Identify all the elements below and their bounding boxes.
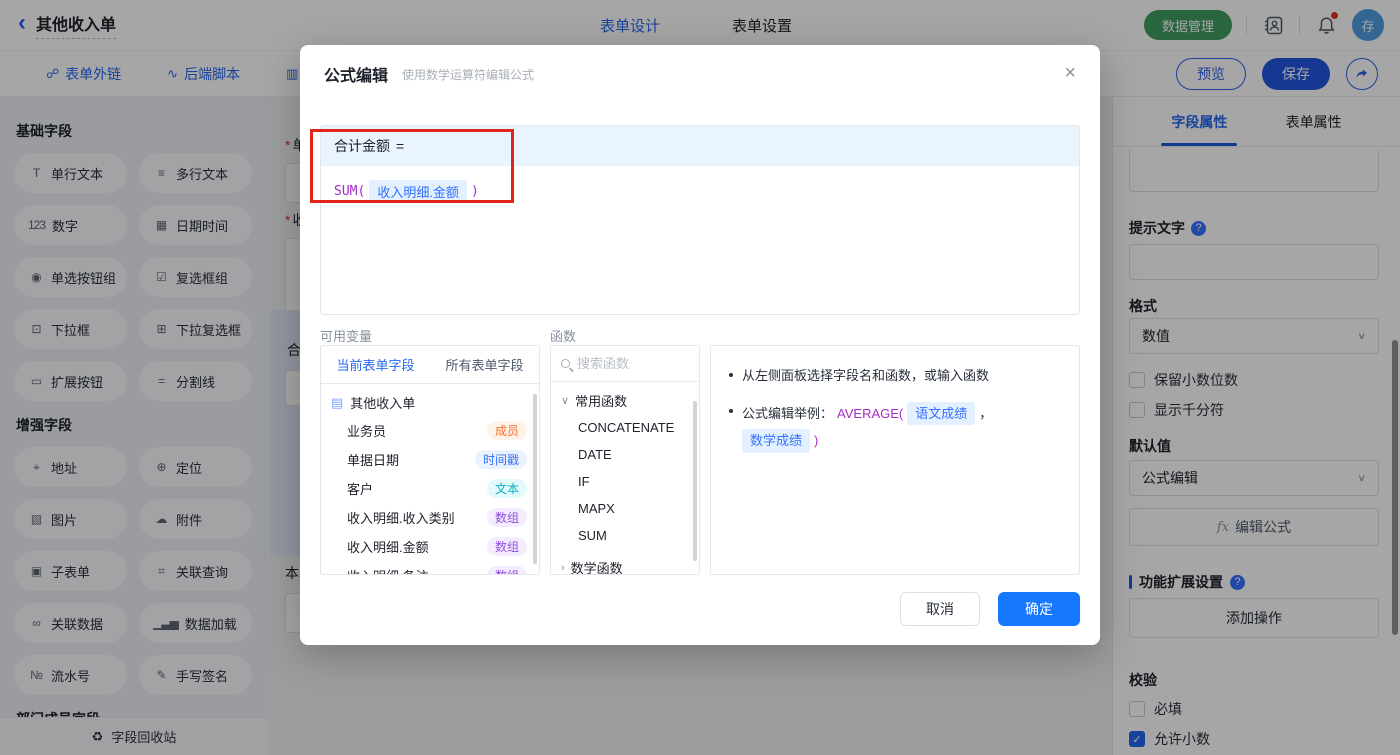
function-item-mapx[interactable]: MAPX <box>551 495 699 522</box>
tab-all-form-fields[interactable]: 所有表单字段 <box>445 355 523 374</box>
close-icon[interactable]: × <box>1064 63 1076 83</box>
type-badge: 文本 <box>486 479 527 498</box>
bullet-dot <box>729 373 733 377</box>
example-function-keyword: AVERAGE( <box>837 405 904 421</box>
group-name: 常用函数 <box>575 394 628 409</box>
formula-function-keyword: SUM( <box>334 184 366 199</box>
modal-footer: 取消 确定 <box>900 592 1080 626</box>
function-item-sum[interactable]: SUM <box>551 522 699 549</box>
tip-text: 从左侧面板选择字段名和函数，或输入函数 <box>742 368 990 383</box>
panel-scrollbar[interactable] <box>533 394 537 564</box>
example-field-chip: 数学成绩 <box>742 429 811 453</box>
function-search-input[interactable] <box>577 356 677 371</box>
variable-name: 单据日期 <box>347 453 400 468</box>
variable-row[interactable]: 客户 文本 <box>321 474 539 503</box>
chevron-down-icon: ∨ <box>561 395 570 407</box>
variable-name: 收入明细.金额 <box>347 540 429 555</box>
formula-expression[interactable]: SUM( 收入明细.金额 ) <box>321 166 1079 217</box>
function-group-common[interactable]: ∨ 常用函数 <box>551 382 699 414</box>
variable-row[interactable]: 收入明细.收入类别 数组 <box>321 503 539 532</box>
formula-editor-area[interactable]: 合计金额 = SUM( 收入明细.金额 ) <box>320 125 1080 315</box>
chevron-right-icon: › <box>561 561 565 574</box>
functions-panel: ∨ 常用函数 CONCATENATE DATE IF MAPX SUM › 数学函数… <box>550 345 700 575</box>
tip-example-prefix: 公式编辑举例： <box>742 405 834 421</box>
variables-panel-label: 可用变量 <box>320 329 373 344</box>
tab-current-form-fields[interactable]: 当前表单字段 <box>336 355 414 374</box>
functions-panel-label: 函数 <box>550 329 577 344</box>
example-close-paren: ) <box>814 433 819 448</box>
variable-row[interactable]: 业务员 成员 <box>321 416 539 445</box>
function-item-date[interactable]: DATE <box>551 441 699 468</box>
formula-field-chip[interactable]: 收入明细.金额 <box>369 180 467 203</box>
modal-title: 公式编辑 <box>324 68 389 85</box>
root-form-name: 其他收入单 <box>350 396 416 411</box>
variable-row[interactable]: 收入明细.备注 数组 <box>321 561 539 574</box>
cancel-button[interactable]: 取消 <box>900 592 980 626</box>
function-search-row <box>551 346 699 382</box>
type-badge: 时间戳 <box>474 450 527 469</box>
variable-name: 收入明细.备注 <box>347 566 429 574</box>
variable-row[interactable]: 收入明细.金额 数组 <box>321 532 539 561</box>
example-field-chip: 语文成绩 <box>907 401 976 425</box>
comma: ， <box>979 405 993 421</box>
variable-row[interactable]: 单据日期 时间戳 <box>321 445 539 474</box>
function-item-concatenate[interactable]: CONCATENATE <box>551 414 699 441</box>
type-badge: 数组 <box>486 566 527 574</box>
type-badge: 成员 <box>486 421 527 440</box>
modal-subtitle: 使用数学运算符编辑公式 <box>402 67 535 82</box>
equals-sign: = <box>396 138 405 154</box>
confirm-button[interactable]: 确定 <box>998 592 1080 626</box>
modal-header: 公式编辑 使用数学运算符编辑公式 <box>300 45 1100 103</box>
panel-scrollbar[interactable] <box>693 401 697 561</box>
formula-target-field: 合计金额 <box>334 138 390 154</box>
type-badge: 数组 <box>486 537 527 556</box>
tip-example-line: 公式编辑举例： AVERAGE( 语文成绩 ， 数学成绩 ) <box>729 401 1061 453</box>
variable-name: 客户 <box>347 482 374 497</box>
type-badge: 数组 <box>486 508 527 527</box>
document-icon: ▤ <box>331 394 344 410</box>
variables-tree-root[interactable]: ▤ 其他收入单 <box>321 384 539 416</box>
formula-target-row: 合计金额 = <box>321 126 1079 166</box>
search-icon <box>561 359 570 368</box>
tip-line: 从左侧面板选择字段名和函数，或输入函数 <box>729 366 1061 386</box>
formula-close-paren: ) <box>470 184 479 199</box>
variable-name: 收入明细.收入类别 <box>347 511 455 526</box>
formula-editor-modal: 公式编辑 使用数学运算符编辑公式 × 合计金额 = SUM( 收入明细.金额 )… <box>300 45 1100 645</box>
variables-panel: 当前表单字段 所有表单字段 ▤ 其他收入单 业务员 成员 单据日期 时间戳 客户 文本… <box>320 345 540 575</box>
tips-panel: 从左侧面板选择字段名和函数，或输入函数 公式编辑举例： AVERAGE( 语文成… <box>710 345 1080 575</box>
function-item-if[interactable]: IF <box>551 468 699 495</box>
variables-tabs: 当前表单字段 所有表单字段 <box>321 346 539 384</box>
variable-name: 业务员 <box>347 424 387 439</box>
app-window: ‹ 其他收入单 表单设计 表单设置 数据管理 存 ☍ 表单外链 ∿ 后端脚本 ▥… <box>0 0 1400 755</box>
group-name: 数学函数 <box>570 561 623 575</box>
function-group-math[interactable]: › 数学函数 <box>551 549 699 575</box>
bullet-dot <box>729 408 733 413</box>
